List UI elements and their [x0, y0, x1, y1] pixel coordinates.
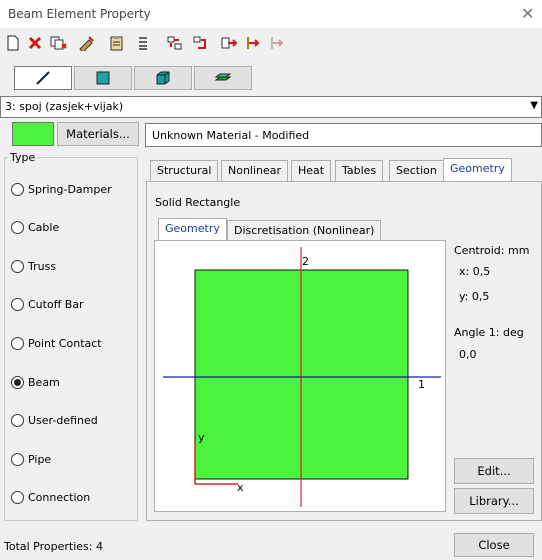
clipboard-icon[interactable]: [106, 32, 128, 54]
radio-button[interactable]: [11, 337, 24, 350]
tab-link-element[interactable]: [194, 66, 252, 90]
tab-geometry[interactable]: Geometry: [443, 158, 512, 182]
radio-label: Pipe: [28, 453, 52, 466]
radio-label: Cutoff Bar: [28, 298, 84, 311]
section-plot-svg: [163, 247, 441, 507]
split-icon[interactable]: [164, 32, 186, 54]
radio-label: Truss: [28, 260, 57, 273]
radio-button[interactable]: [11, 414, 24, 427]
cube-icon: [156, 71, 170, 85]
new-icon[interactable]: [2, 32, 24, 54]
tab-brick-element[interactable]: [134, 66, 192, 90]
tab-line-element[interactable]: [14, 66, 72, 90]
radio-label: Connection: [28, 491, 91, 504]
centroid-y: y: 0,5: [459, 290, 490, 303]
radio-connection[interactable]: Connection: [11, 491, 90, 504]
tab-section[interactable]: Section: [389, 160, 444, 182]
y-label: y: [198, 431, 205, 444]
tab-plate-element[interactable]: [74, 66, 132, 90]
material-color-swatch[interactable]: [12, 122, 54, 146]
edit-button[interactable]: Edit...: [454, 458, 534, 484]
radio-button[interactable]: [11, 376, 24, 389]
tab-tables[interactable]: Tables: [335, 160, 384, 182]
tab-structural[interactable]: Structural: [150, 160, 219, 182]
radio-cutoff-bar[interactable]: Cutoff Bar: [11, 298, 84, 311]
radio-beam[interactable]: Beam: [11, 376, 60, 389]
radio-button[interactable]: [11, 298, 24, 311]
total-properties: Total Properties: 4: [4, 540, 103, 553]
radio-user-defined[interactable]: User-defined: [11, 414, 98, 427]
radio-truss[interactable]: Truss: [11, 260, 56, 273]
edit-icon[interactable]: [76, 32, 98, 54]
radio-label: Spring-Damper: [28, 183, 112, 196]
square-icon: [96, 71, 110, 85]
chevron-down-icon[interactable]: ▼: [530, 100, 538, 111]
radio-button[interactable]: [11, 221, 24, 234]
axis-1-label: 1: [418, 378, 425, 391]
radio-spring-damper[interactable]: Spring-Damper: [11, 183, 112, 196]
type-group-label: Type: [8, 151, 38, 164]
radio-label: User-defined: [28, 414, 98, 427]
radio-button[interactable]: [11, 453, 24, 466]
toolbar: [0, 28, 542, 58]
section-name: Solid Rectangle: [155, 196, 241, 209]
angle-label: Angle 1: deg: [454, 326, 524, 339]
radio-point-contact[interactable]: Point Contact: [11, 337, 102, 350]
centroid-label: Centroid: mm: [454, 244, 530, 257]
close-button[interactable]: Close: [454, 533, 534, 557]
radio-button[interactable]: [11, 491, 24, 504]
layers-icon: [214, 73, 232, 81]
radio-cable[interactable]: Cable: [11, 221, 59, 234]
property-select[interactable]: 3: spoj (zasjek+vijak) ▼: [0, 96, 542, 118]
property-select-value: 3: spoj (zasjek+vijak): [5, 100, 124, 113]
materials-button[interactable]: Materials...: [57, 122, 139, 146]
window-title: Beam Element Property: [8, 7, 151, 21]
radio-label: Point Contact: [28, 337, 102, 350]
radio-pipe[interactable]: Pipe: [11, 453, 51, 466]
copy-icon[interactable]: [48, 32, 70, 54]
tab-heat[interactable]: Heat: [291, 160, 332, 182]
radio-button[interactable]: [11, 183, 24, 196]
subtab-discretisation[interactable]: Discretisation (Nonlinear): [227, 220, 382, 242]
subtab-geometry[interactable]: Geometry: [158, 218, 227, 242]
radio-label: Beam: [28, 376, 60, 389]
centroid-x: x: 0,5: [459, 265, 491, 278]
tab-nonlinear[interactable]: Nonlinear: [221, 160, 289, 182]
axis-2-label: 2: [302, 255, 309, 268]
export-icon[interactable]: [218, 32, 240, 54]
import-icon[interactable]: [242, 32, 264, 54]
align-icon[interactable]: [132, 32, 154, 54]
merge-icon[interactable]: [190, 32, 212, 54]
radio-label: Cable: [28, 221, 60, 234]
radio-button[interactable]: [11, 260, 24, 273]
material-name-field: Unknown Material - Modified: [145, 123, 542, 147]
delete-icon[interactable]: [24, 32, 46, 54]
close-icon[interactable]: ✕: [521, 4, 534, 23]
line-icon: [36, 71, 50, 85]
section-plot: 2 1 y x: [154, 240, 446, 512]
library-button[interactable]: Library...: [454, 488, 534, 514]
disabled-import-icon: [266, 32, 288, 54]
x-label: x: [237, 481, 244, 494]
angle-value: 0,0: [459, 348, 477, 361]
